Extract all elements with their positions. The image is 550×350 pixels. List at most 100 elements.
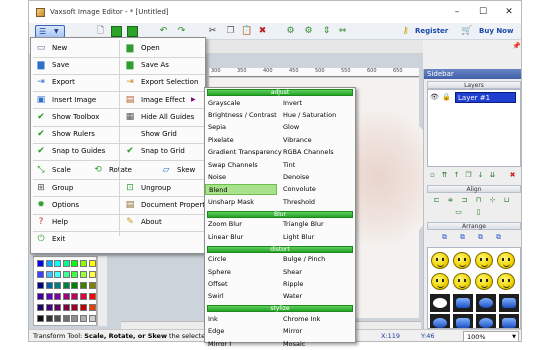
color-swatch[interactable] — [45, 293, 53, 300]
align-right-icon[interactable]: ⊐ — [460, 196, 469, 205]
shape-clipart-tile[interactable] — [453, 314, 473, 328]
shape-clipart-tile[interactable] — [476, 294, 496, 312]
effect-item-shear[interactable]: Shear — [280, 267, 352, 278]
effect-item-water[interactable]: Water — [280, 291, 352, 302]
layer-copy-icon[interactable]: ❐ — [464, 171, 473, 180]
smiley-clipart-icon[interactable] — [453, 273, 471, 290]
layer-row[interactable]: 👁 🔒 Layer #1 — [430, 92, 518, 103]
color-swatch[interactable] — [62, 282, 70, 289]
smiley-clipart-icon[interactable] — [431, 252, 449, 269]
smiley-clipart-icon[interactable] — [475, 273, 493, 290]
color-swatch[interactable] — [62, 293, 70, 300]
shape-clipart-tile[interactable] — [430, 294, 450, 312]
color-swatch[interactable] — [37, 315, 44, 322]
bring-forward-icon[interactable]: ⧉ — [458, 233, 467, 242]
effect-item-swap-channels[interactable]: Swap Channels — [205, 160, 277, 171]
color-swatch[interactable] — [54, 260, 62, 267]
shape-clipart-tile[interactable] — [430, 314, 450, 328]
color-swatch[interactable] — [62, 315, 70, 322]
layer-top-icon[interactable]: ⇈ — [440, 171, 449, 180]
shape-clipart-tile[interactable] — [453, 294, 473, 312]
color-swatch[interactable] — [71, 293, 79, 300]
new-file-icon[interactable]: 🗋 — [95, 26, 106, 37]
shape-clipart-tile[interactable] — [499, 294, 519, 312]
align-left-icon[interactable]: ⊏ — [432, 196, 441, 205]
effect-item-bulge-pinch[interactable]: Bulge / Pinch — [280, 254, 352, 265]
effect-item-vibrance[interactable]: Vibrance — [280, 135, 352, 146]
smiley-clipart-icon[interactable] — [497, 252, 515, 269]
copy-icon[interactable]: ❐ — [225, 26, 236, 37]
color-swatch[interactable] — [45, 282, 53, 289]
color-swatch[interactable] — [45, 304, 53, 311]
align-middle-icon[interactable]: ⊹ — [488, 196, 497, 205]
distribute-h-icon[interactable]: ▯ — [474, 208, 483, 217]
color-swatch[interactable] — [88, 271, 96, 278]
shape-clipart-tile[interactable] — [476, 314, 496, 328]
effect-item-edge[interactable]: Edge — [205, 326, 277, 337]
color-swatch[interactable] — [88, 293, 96, 300]
color-swatch[interactable] — [80, 315, 87, 322]
color-swatch[interactable] — [37, 271, 44, 278]
group-tool-icon[interactable]: ⚙ — [285, 26, 296, 37]
effect-item-convolute[interactable]: Convolute — [280, 184, 352, 195]
effect-item-offset[interactable]: Offset — [205, 279, 277, 290]
effect-item-ripple[interactable]: Ripple — [280, 279, 352, 290]
layer-up-icon[interactable]: ↑ — [452, 171, 461, 180]
color-swatch[interactable] — [45, 260, 53, 267]
color-swatch[interactable] — [80, 293, 87, 300]
effect-item-invert[interactable]: Invert — [280, 98, 352, 109]
smiley-clipart-icon[interactable] — [497, 273, 515, 290]
effect-item-rgba-channels[interactable]: RGBA Channels — [280, 147, 352, 158]
smiley-clipart-icon[interactable] — [453, 252, 471, 269]
layer-new-icon[interactable]: ▫ — [428, 171, 437, 180]
effect-item-mosaic[interactable]: Mosaic — [280, 339, 352, 350]
effect-item-swirl[interactable]: Swirl — [205, 291, 277, 302]
effect-item-glow[interactable]: Glow — [280, 122, 352, 133]
cut-icon[interactable]: ✂ — [207, 26, 218, 37]
send-back-icon[interactable]: ⧉ — [494, 233, 503, 242]
layer-bottom-icon[interactable]: ⇊ — [488, 171, 497, 180]
color-swatch[interactable] — [54, 315, 62, 322]
effect-item-zoom-blur[interactable]: Zoom Blur — [205, 219, 277, 230]
layer-name[interactable]: Layer #1 — [455, 92, 516, 103]
color-swatch[interactable] — [80, 282, 87, 289]
effect-item-gradient-transparency[interactable]: Gradient Transparency — [205, 147, 282, 158]
color-swatch[interactable] — [37, 304, 44, 311]
redo-icon[interactable]: ↷ — [176, 26, 187, 37]
color-swatch[interactable] — [80, 271, 87, 278]
effect-item-unsharp-mask[interactable]: Unsharp Mask — [205, 197, 277, 208]
color-swatch[interactable] — [80, 260, 87, 267]
effect-item-light-blur[interactable]: Light Blur — [280, 232, 352, 243]
effect-item-sepia[interactable]: Sepia — [205, 122, 277, 133]
palette-scrollbar[interactable] — [97, 256, 107, 326]
lock-icon[interactable]: 🔒 — [442, 93, 451, 102]
color-swatch[interactable] — [88, 315, 96, 322]
effect-item-blend[interactable]: Blend — [205, 184, 277, 196]
save-as-icon[interactable] — [127, 26, 138, 37]
zoom-select[interactable]: 100% ▼ — [463, 331, 519, 341]
color-swatch[interactable] — [71, 315, 79, 322]
eye-icon[interactable]: 👁 — [430, 93, 439, 102]
color-swatch[interactable] — [45, 315, 53, 322]
effect-item-linear-blur[interactable]: Linear Blur — [205, 232, 277, 243]
effect-item-pixelate[interactable]: Pixelate — [205, 135, 277, 146]
distribute-v-icon[interactable]: ▭ — [454, 208, 463, 217]
align-bottom-icon[interactable]: ⊔ — [502, 196, 511, 205]
delete-icon[interactable]: ✖ — [257, 26, 268, 37]
color-swatch[interactable] — [71, 260, 79, 267]
color-swatch[interactable] — [54, 282, 62, 289]
undo-icon[interactable]: ↶ — [158, 26, 169, 37]
effect-item-hue-saturation[interactable]: Hue / Saturation — [280, 110, 352, 121]
color-swatch[interactable] — [71, 271, 79, 278]
align-center-icon[interactable]: ≑ — [446, 196, 455, 205]
paste-icon[interactable]: 📋 — [241, 26, 252, 37]
color-swatch[interactable] — [80, 304, 87, 311]
effect-item-ink[interactable]: Ink — [205, 314, 277, 325]
color-swatch[interactable] — [37, 260, 44, 267]
effect-item-chrome-ink[interactable]: Chrome Ink — [280, 314, 352, 325]
color-swatch[interactable] — [62, 260, 70, 267]
color-swatch[interactable] — [71, 282, 79, 289]
maximize-button[interactable]: ☐ — [476, 5, 490, 19]
color-swatch[interactable] — [88, 304, 96, 311]
effect-item-circle[interactable]: Circle — [205, 254, 277, 265]
